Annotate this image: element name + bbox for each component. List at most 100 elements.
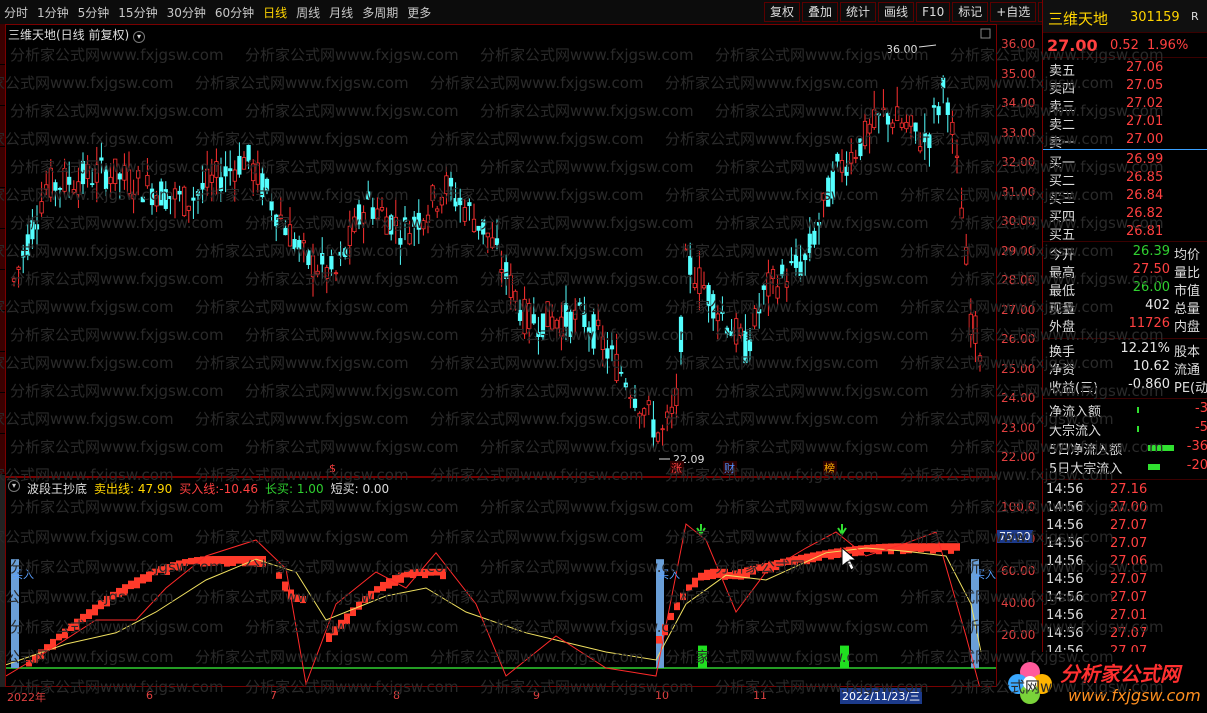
candle-body	[770, 269, 776, 279]
candle-body	[34, 224, 40, 230]
bid-row-3[interactable]: 买四 26.82	[1043, 206, 1207, 225]
period-tab-8[interactable]: 月线	[329, 4, 353, 21]
price-tick: 25.00	[1001, 361, 1036, 376]
candle-body	[853, 157, 858, 159]
period-tab-0[interactable]: 分时	[4, 4, 28, 21]
r-badge: R	[1191, 10, 1199, 23]
ask-row-1[interactable]: 卖四 27.05	[1043, 78, 1207, 97]
period-tab-10[interactable]: 更多	[407, 4, 431, 21]
wave-block	[404, 570, 410, 578]
bid-row-2[interactable]: 买三 26.84	[1043, 188, 1207, 207]
tick-row-2[interactable]: 14:56 27.07	[1043, 518, 1207, 536]
flow-row-0[interactable]: 净流入额 -3	[1043, 401, 1207, 420]
bid-row-0[interactable]: 买一 26.99	[1043, 152, 1207, 171]
candle-body	[522, 298, 527, 335]
flow-row-1[interactable]: 大宗流入 -5	[1043, 420, 1207, 439]
candle-body	[582, 312, 587, 327]
candle-body	[177, 190, 182, 195]
ask-row-1-value: 27.05	[1126, 78, 1164, 93]
candle-body	[99, 157, 104, 161]
toolbar-button-3[interactable]: 画线	[878, 2, 915, 22]
buy-tag: 买入	[658, 568, 680, 581]
tick-row-5[interactable]: 14:56 27.07	[1043, 572, 1207, 590]
candle-body	[260, 173, 265, 198]
ask-row-3[interactable]: 卖二 27.01	[1043, 114, 1207, 133]
period-tab-2[interactable]: 5分钟	[78, 4, 110, 21]
candle-body	[568, 311, 573, 337]
candle-body	[757, 309, 762, 314]
period-tab-3[interactable]: 15分钟	[118, 4, 157, 21]
candle-body	[315, 270, 320, 275]
candle-body	[669, 406, 674, 414]
price-tick: 32.00	[1001, 155, 1036, 169]
window-toggle-icon[interactable]	[980, 28, 991, 39]
period-tab-7[interactable]: 周线	[296, 4, 320, 21]
candle-body	[356, 204, 362, 225]
price-tick: 23.00	[1001, 420, 1036, 435]
tick-row-1[interactable]: 14:56 27.00	[1043, 500, 1207, 518]
sell-arrow-icon	[837, 524, 847, 536]
stat-row-3[interactable]: 现量 402 总量	[1043, 298, 1207, 317]
tick-row-8[interactable]: 14:56 27.07	[1043, 626, 1207, 644]
candlestick-chart-area[interactable]: 36.00 22.09 涨财榜 $	[5, 24, 997, 477]
stat-row-2[interactable]: 最低 26.00 市值	[1043, 280, 1207, 299]
toolbar-button-2[interactable]: 统计	[840, 2, 877, 22]
event-tag-0[interactable]: 涨	[671, 462, 682, 475]
bid-row-4[interactable]: 买五 26.81	[1043, 224, 1207, 243]
wave-block	[930, 543, 936, 554]
toolbar-button-1[interactable]: 叠加	[802, 2, 839, 22]
wave-block	[282, 581, 288, 592]
bid-row-1[interactable]: 买二 26.85	[1043, 170, 1207, 189]
date-label: 2022年	[7, 691, 46, 704]
flow-row-3[interactable]: 5日大宗流入 -20	[1043, 458, 1207, 477]
period-tab-6[interactable]: 日线	[263, 4, 287, 21]
flow-row-2-value: -36	[1186, 439, 1207, 454]
tick-row-6[interactable]: 14:56 27.07	[1043, 590, 1207, 608]
indicator-toggle-icon[interactable]: ▾	[8, 480, 20, 492]
ask-row-2[interactable]: 卖三 27.02	[1043, 96, 1207, 115]
tick-row-3[interactable]: 14:56 27.07	[1043, 536, 1207, 554]
stat-row-4[interactable]: 外盘 11726 内盘	[1043, 316, 1207, 335]
tick-row-7-value: 27.01	[1110, 608, 1148, 623]
event-tag-2[interactable]: 榜	[824, 461, 835, 475]
period-tab-9[interactable]: 多周期	[362, 4, 398, 21]
candle-body	[862, 120, 868, 147]
wave-block	[182, 559, 188, 566]
stat2-row-1[interactable]: 净资 10.62 流通	[1043, 359, 1207, 378]
tick-row-7[interactable]: 14:56 27.01	[1043, 608, 1207, 626]
stat-row-1[interactable]: 最高 27.50 量比	[1043, 262, 1207, 281]
tick-row-0[interactable]: 14:56 27.16	[1043, 482, 1207, 500]
stat2-row-2[interactable]: 收益(三) -0.860 PE(动	[1043, 377, 1207, 396]
bid-row-3-label: 买四	[1049, 210, 1076, 225]
toolbar-button-4[interactable]: F10	[916, 2, 951, 22]
chevron-down-icon[interactable]: ▾	[133, 31, 146, 43]
candle-body	[554, 319, 559, 329]
candle-body	[11, 278, 17, 282]
period-tab-1[interactable]: 1分钟	[37, 4, 69, 21]
tick-row-4[interactable]: 14:56 27.06	[1043, 554, 1207, 572]
ask-row-0[interactable]: 卖五 27.06	[1043, 60, 1207, 79]
candlestick-chart[interactable]: 36.0022.09涨财榜$	[6, 25, 996, 476]
indicator-chart[interactable]: 买入 买入 买入	[5, 478, 996, 693]
candle-body	[163, 189, 168, 209]
wave-block	[68, 623, 74, 632]
toolbar-button-6[interactable]: +自选	[990, 2, 1037, 22]
indicator-chart-area[interactable]: 买入 买入 买入	[5, 477, 997, 693]
candle-body	[251, 163, 256, 182]
candle-body	[858, 138, 863, 157]
event-tag-1[interactable]: 财	[724, 461, 735, 475]
stat2-row-2-label: 收益(三)	[1049, 381, 1099, 396]
toolbar-button-5[interactable]: 标记	[952, 2, 989, 22]
candle-body	[577, 302, 582, 306]
candle-body	[214, 161, 219, 178]
period-tab-5[interactable]: 60分钟	[215, 4, 254, 21]
stat2-row-0[interactable]: 换手 12.21% 股本	[1043, 341, 1207, 360]
candle-body	[881, 107, 886, 110]
toolbar-button-0[interactable]: 复权	[764, 2, 801, 22]
flow-row-2[interactable]: 5日净流入额 -36	[1043, 439, 1207, 458]
candle-body	[448, 177, 454, 187]
candle-body	[76, 181, 81, 196]
stat-row-0[interactable]: 今开 26.39 均价	[1043, 244, 1207, 263]
period-tab-4[interactable]: 30分钟	[167, 4, 206, 21]
ask-row-4[interactable]: 卖一 27.00	[1043, 132, 1207, 151]
